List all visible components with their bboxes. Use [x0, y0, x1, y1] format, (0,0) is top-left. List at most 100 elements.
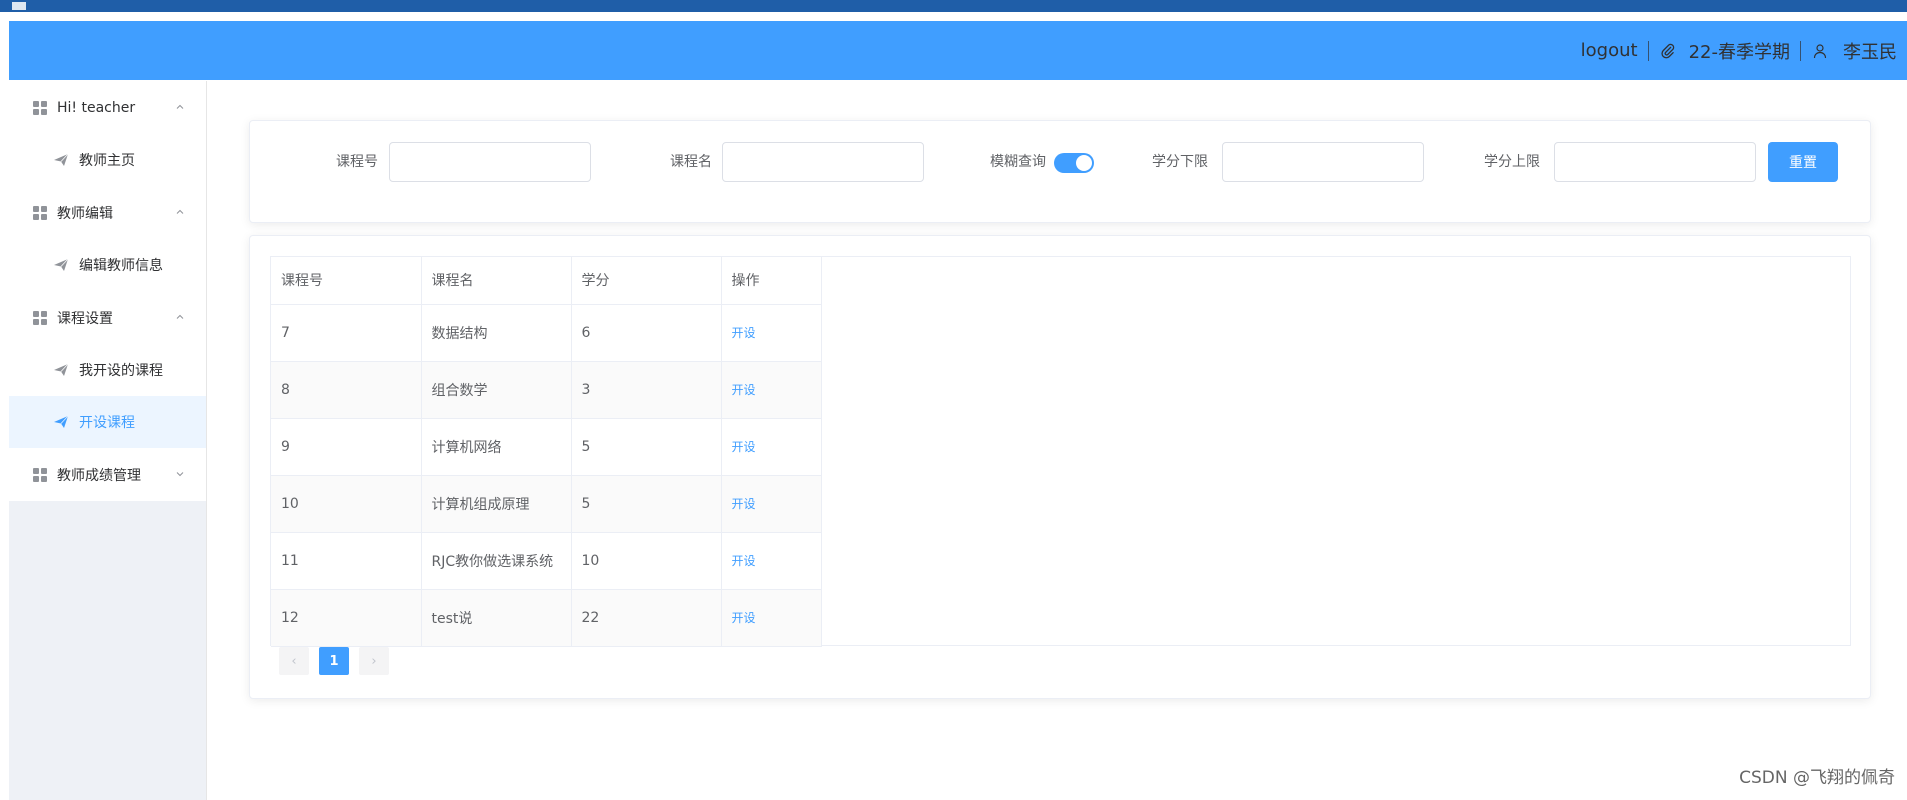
chevron-up-icon: [176, 104, 184, 109]
table-row: 11 RJC教你做选课系统 10 开设: [271, 532, 822, 590]
header-actions: logout 22-春季学期 李玉民: [1581, 21, 1897, 80]
reset-button[interactable]: 重置: [1768, 142, 1838, 182]
sidebar-item-edit-teacher-info[interactable]: 编辑教师信息: [9, 239, 206, 291]
chevron-up-icon: [176, 209, 184, 214]
table-row: 10 计算机组成原理 5 开设: [271, 475, 822, 533]
fuzzy-search-toggle[interactable]: [1054, 153, 1094, 173]
cell-action: 开设: [721, 304, 822, 362]
send-icon: [54, 415, 69, 428]
sidebar-menu: Hi! teacher 教师主页 教师编辑 编辑教师信息 课程设置 我开设的课程: [9, 81, 206, 501]
cell-course-name: test说: [421, 589, 572, 647]
menu-grid-icon: [33, 100, 47, 115]
credit-max-input[interactable]: [1554, 142, 1756, 182]
column-header: 课程名: [421, 257, 572, 305]
menu-group-grade-management[interactable]: 教师成绩管理: [9, 448, 206, 501]
menu-group-hi-teacher[interactable]: Hi! teacher: [9, 81, 206, 134]
sidebar-item-label: 编辑教师信息: [79, 258, 163, 274]
credit-max-label: 学分上限: [1484, 154, 1540, 170]
menu-group-label: 教师编辑: [57, 205, 113, 222]
sidebar-item-teacher-home[interactable]: 教师主页: [9, 134, 206, 186]
open-course-link[interactable]: 开设: [732, 497, 756, 511]
open-course-link[interactable]: 开设: [732, 440, 756, 454]
window-top-strip: [0, 0, 1907, 12]
cell-credit: 6: [571, 304, 722, 362]
cell-action: 开设: [721, 475, 822, 533]
sidebar-item-my-courses[interactable]: 我开设的课程: [9, 344, 206, 396]
next-page-button[interactable]: ›: [359, 647, 389, 675]
cell-course-id: 12: [271, 589, 422, 647]
header-separator: [1647, 40, 1649, 61]
cell-course-id: 8: [271, 361, 422, 419]
table-row: 12 test说 22 开设: [271, 589, 822, 647]
course-no-input[interactable]: [389, 142, 591, 182]
menu-grid-icon: [33, 205, 47, 220]
cell-course-id: 11: [271, 532, 422, 590]
menu-group-label: 课程设置: [57, 310, 113, 327]
cell-credit: 3: [571, 361, 722, 419]
open-course-link[interactable]: 开设: [732, 554, 756, 568]
menu-group-label: 教师成绩管理: [57, 467, 141, 484]
course-table-panel: 课程号 课程名 学分 操作 7 数据结构 6 开设 8 组合数学 3 开设 9 …: [249, 235, 1871, 699]
csdn-watermark: CSDN @飞翔的佩奇: [1739, 768, 1895, 788]
course-name-label: 课程名: [670, 154, 712, 170]
menu-group-teacher-edit[interactable]: 教师编辑: [9, 186, 206, 239]
search-panel: 课程号 课程名 模糊查询 学分下限 学分上限 重置: [249, 120, 1871, 223]
sidebar-item-open-course[interactable]: 开设课程: [9, 396, 206, 448]
cell-credit: 5: [571, 418, 722, 476]
table-header-row: 课程号 课程名 学分 操作: [271, 257, 822, 305]
user-icon: [1811, 42, 1829, 60]
cell-course-name: RJC教你做选课系统: [421, 532, 572, 590]
open-course-link[interactable]: 开设: [732, 383, 756, 397]
chevron-down-icon: [176, 472, 184, 477]
window-icon: [12, 2, 26, 10]
cell-action: 开设: [721, 418, 822, 476]
chevron-up-icon: [176, 314, 184, 319]
cell-credit: 5: [571, 475, 722, 533]
table-row: 9 计算机网络 5 开设: [271, 418, 822, 476]
course-table: 课程号 课程名 学分 操作 7 数据结构 6 开设 8 组合数学 3 开设 9 …: [270, 256, 1851, 647]
cell-course-id: 7: [271, 304, 422, 362]
column-header: 学分: [571, 257, 722, 305]
sidebar-item-label: 我开设的课程: [79, 363, 163, 379]
cell-course-name: 数据结构: [421, 304, 572, 362]
cell-action: 开设: [721, 589, 822, 647]
term-label[interactable]: 22-春季学期: [1689, 38, 1790, 64]
fuzzy-search-label: 模糊查询: [990, 154, 1046, 170]
cell-course-id: 9: [271, 418, 422, 476]
cell-course-id: 10: [271, 475, 422, 533]
page-number-button[interactable]: 1: [319, 647, 349, 675]
credit-min-input[interactable]: [1222, 142, 1424, 182]
pagination: ‹ 1 ›: [279, 647, 389, 675]
cell-course-name: 计算机组成原理: [421, 475, 572, 533]
menu-grid-icon: [33, 310, 47, 325]
menu-grid-icon: [33, 467, 47, 482]
send-icon: [54, 258, 69, 271]
cell-action: 开设: [721, 361, 822, 419]
sidebar-item-label: 开设课程: [79, 415, 135, 431]
cell-action: 开设: [721, 532, 822, 590]
toggle-knob: [1076, 155, 1092, 171]
paperclip-icon: [1659, 42, 1677, 60]
sidebar-item-label: 教师主页: [79, 153, 135, 169]
send-icon: [54, 153, 69, 166]
cell-course-name: 组合数学: [421, 361, 572, 419]
cell-credit: 22: [571, 589, 722, 647]
menu-group-course-settings[interactable]: 课程设置: [9, 291, 206, 344]
open-course-link[interactable]: 开设: [732, 611, 756, 625]
header-separator: [1800, 40, 1801, 61]
column-header: 课程号: [271, 257, 422, 305]
cell-course-name: 计算机网络: [421, 418, 572, 476]
table-row: 7 数据结构 6 开设: [271, 304, 822, 362]
column-header: 操作: [721, 257, 822, 305]
menu-group-label: Hi! teacher: [57, 99, 136, 116]
table-row: 8 组合数学 3 开设: [271, 361, 822, 419]
cell-credit: 10: [571, 532, 722, 590]
course-name-input[interactable]: [722, 142, 924, 182]
credit-min-label: 学分下限: [1152, 154, 1208, 170]
send-icon: [54, 363, 69, 376]
username-label[interactable]: 李玉民: [1843, 38, 1897, 64]
logout-link[interactable]: logout: [1581, 40, 1638, 61]
open-course-link[interactable]: 开设: [732, 326, 756, 340]
prev-page-button[interactable]: ‹: [279, 647, 309, 675]
sidebar: Hi! teacher 教师主页 教师编辑 编辑教师信息 课程设置 我开设的课程: [9, 81, 207, 800]
